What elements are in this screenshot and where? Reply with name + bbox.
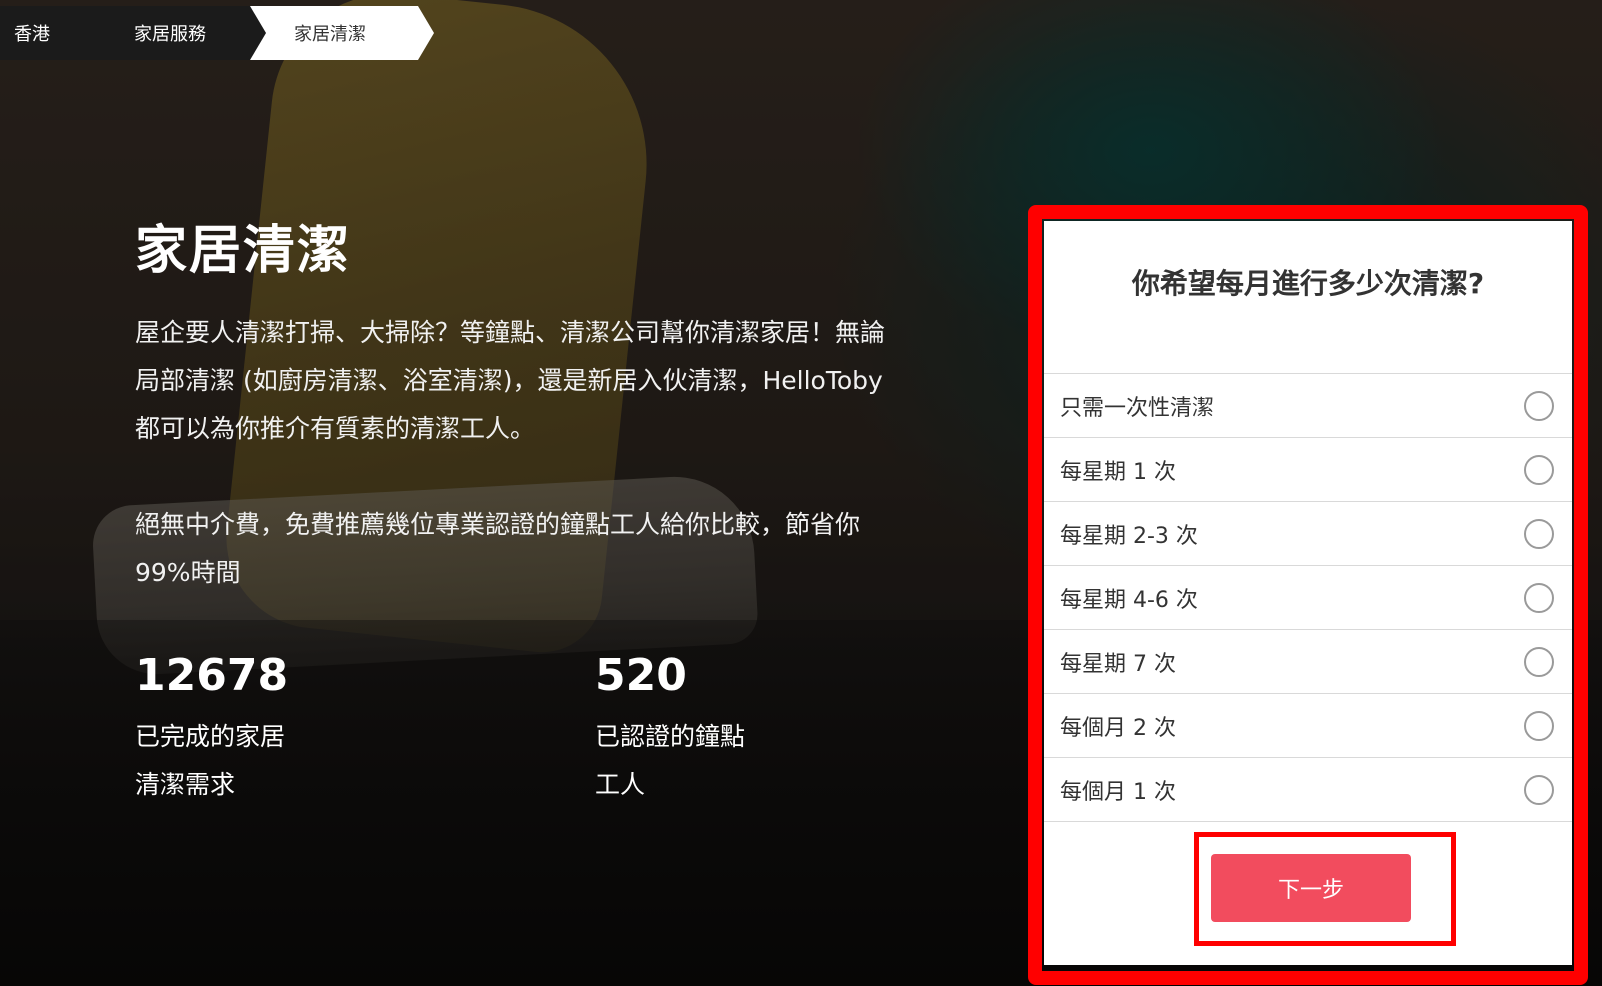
breadcrumb-item-home-services[interactable]: 家居服務 [90,6,266,60]
stats: 12678 已完成的家居清潔需求 520 已認證的鐘點工人 [135,650,1055,809]
hero-description: 屋企要人清潔打掃、大掃除？等鐘點、清潔公司幫你清潔家居！無論局部清潔 (如廚房清… [135,318,886,443]
breadcrumb: 香港 家居服務 家居清潔 [0,6,434,60]
radio-icon[interactable] [1524,774,1554,805]
stat-completed: 12678 已完成的家居清潔需求 [135,650,595,809]
radio-icon[interactable] [1524,710,1554,741]
breadcrumb-item-hongkong[interactable]: 香港 [0,6,106,60]
frequency-form: 你希望每月進行多少次清潔? 只需一次性清潔 每星期 1 次 每星期 2-3 次 … [1044,221,1572,965]
option-label: 只需一次性清潔 [1060,395,1215,421]
radio-icon[interactable] [1524,454,1554,485]
next-button-highlight: 下一步 [1194,832,1456,946]
breadcrumb-item-home-cleaning: 家居清潔 [250,6,434,60]
radio-icon[interactable] [1524,518,1554,549]
page-title: 家居清潔 [135,221,352,281]
option-weekly-2-3[interactable]: 每星期 2-3 次 [1044,502,1572,566]
option-weekly-7[interactable]: 每星期 7 次 [1044,630,1572,694]
option-weekly-1[interactable]: 每星期 1 次 [1044,438,1572,502]
hero-description-secondary: 絕無中介費，免費推薦幾位專業認證的鐘點工人給你比較，節省你99%時間 [135,510,861,587]
hero-text: 家居清潔 屋企要人清潔打掃、大掃除？等鐘點、清潔公司幫你清潔家居！無論局部清潔 … [135,208,895,597]
stat-completed-label: 已完成的家居清潔需求 [135,722,286,799]
option-weekly-4-6[interactable]: 每星期 4-6 次 [1044,566,1572,630]
form-question: 你希望每月進行多少次清潔? [1044,221,1572,374]
radio-icon[interactable] [1524,390,1554,421]
option-label: 每星期 4-6 次 [1060,587,1198,613]
option-label: 每個月 1 次 [1060,779,1176,805]
stat-completed-number: 12678 [135,650,289,701]
option-monthly-2[interactable]: 每個月 2 次 [1044,694,1572,758]
option-one-time[interactable]: 只需一次性清潔 [1044,374,1572,438]
option-label: 每星期 2-3 次 [1060,523,1198,549]
stat-certified: 520 已認證的鐘點工人 [595,650,1055,809]
stat-certified-number: 520 [595,650,687,701]
stat-certified-label: 已認證的鐘點工人 [595,722,746,799]
option-label: 每星期 1 次 [1060,459,1176,485]
option-monthly-1[interactable]: 每個月 1 次 [1044,758,1572,822]
option-label: 每個月 2 次 [1060,715,1176,741]
next-button[interactable]: 下一步 [1211,854,1411,922]
radio-icon[interactable] [1524,582,1554,613]
option-label: 每星期 7 次 [1060,651,1176,677]
radio-icon[interactable] [1524,646,1554,677]
